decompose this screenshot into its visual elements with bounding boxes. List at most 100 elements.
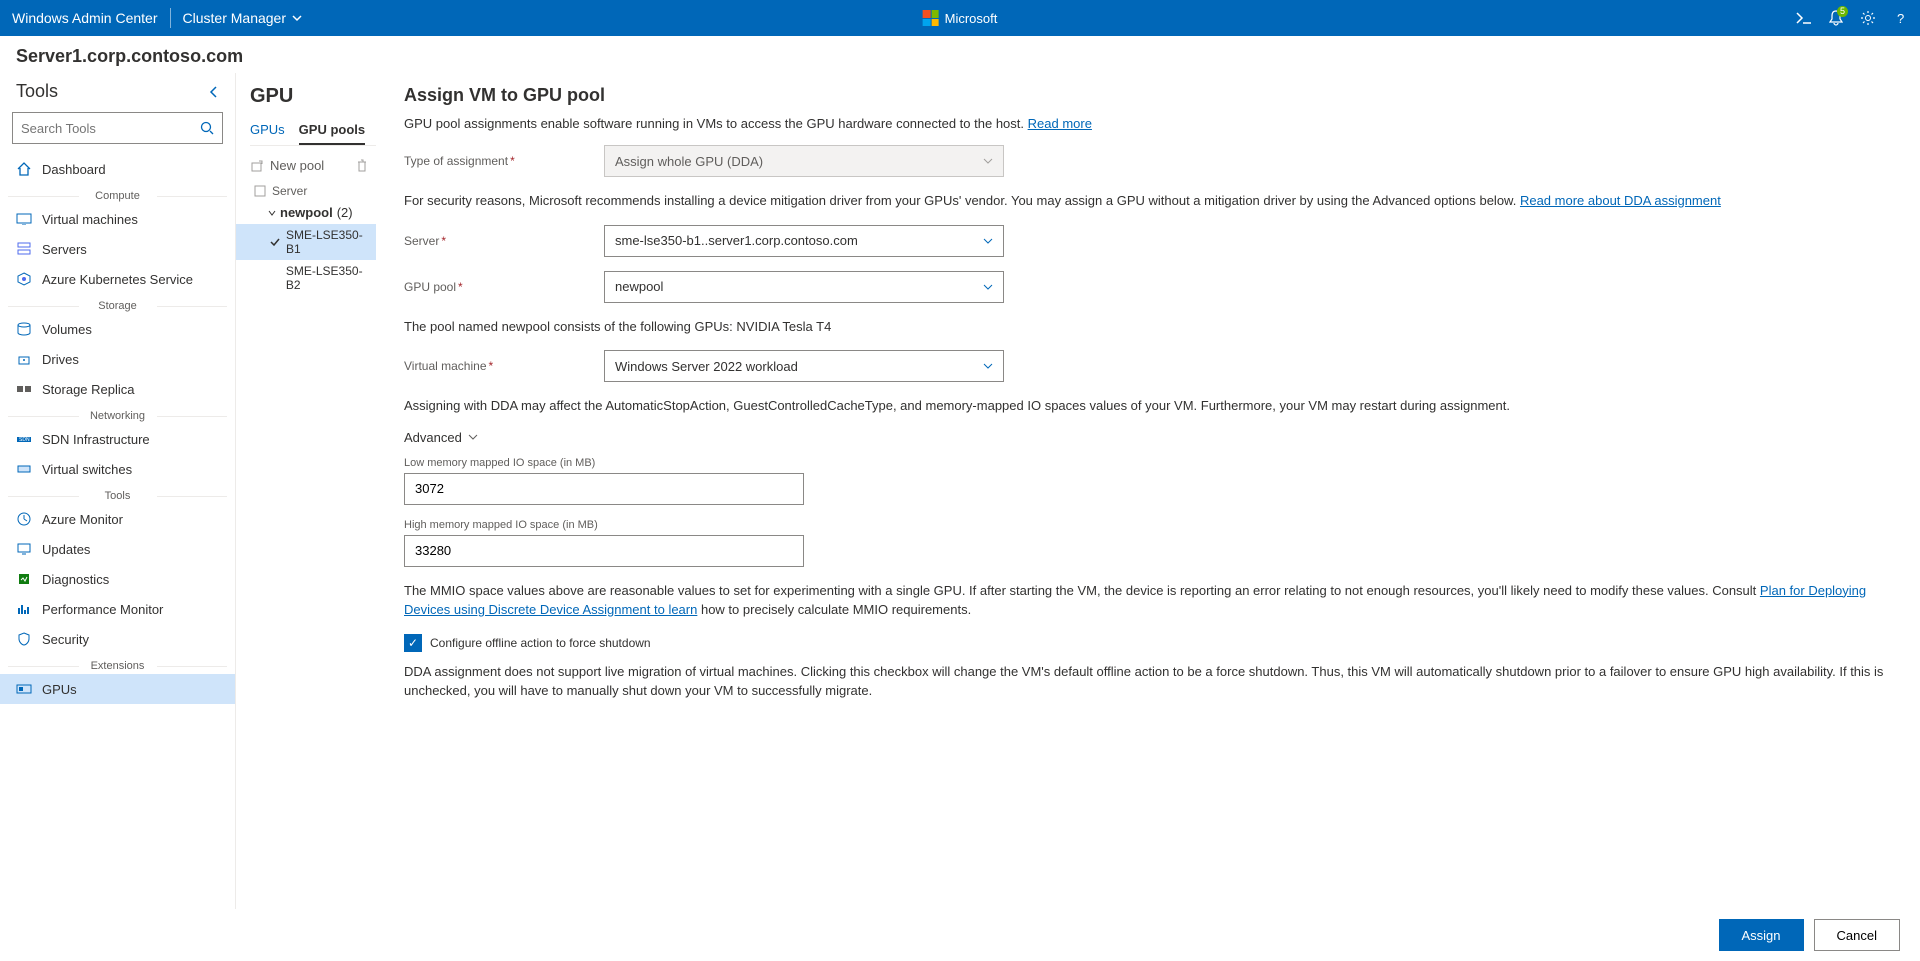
force-shutdown-checkbox[interactable]: ✓ — [404, 634, 422, 652]
sidebar-item-aks[interactable]: Azure Kubernetes Service — [0, 264, 235, 294]
section-extensions: Extensions — [0, 660, 235, 672]
updates-icon — [16, 541, 32, 557]
gpu-panel: GPU GPUs GPU pools New pool Server newpo… — [236, 73, 376, 958]
security-note: For security reasons, Microsoft recommen… — [404, 191, 1898, 211]
chevron-down-icon — [468, 432, 478, 442]
pool-consists-text: The pool named newpool consists of the f… — [404, 317, 1898, 337]
cancel-button[interactable]: Cancel — [1814, 919, 1900, 951]
svg-text:SDN: SDN — [19, 437, 30, 443]
sidebar-label: Drives — [42, 352, 79, 367]
section-tools: Tools — [0, 490, 235, 502]
advanced-toggle[interactable]: Advanced — [404, 430, 1898, 445]
top-bar: Windows Admin Center Cluster Manager Mic… — [0, 0, 1920, 36]
storage-replica-icon — [16, 381, 32, 397]
gpu-pool-select[interactable]: newpool — [604, 271, 1004, 303]
server-row-2[interactable]: SME-LSE350-B2 — [250, 260, 376, 296]
vm-label: Virtual machine — [404, 359, 604, 373]
sidebar-label: Updates — [42, 542, 90, 557]
check-icon — [270, 237, 280, 247]
form-content: Assign VM to GPU pool GPU pool assignmen… — [376, 73, 1920, 958]
settings-icon[interactable] — [1860, 10, 1876, 26]
vm-select[interactable]: Windows Server 2022 workload — [604, 350, 1004, 382]
server-column-header[interactable]: Server — [250, 181, 376, 201]
checkbox-icon — [254, 185, 266, 197]
notification-badge: 5 — [1837, 6, 1848, 17]
sidebar-item-gpus[interactable]: GPUs — [0, 674, 235, 704]
collapse-tools-icon[interactable] — [209, 86, 219, 98]
chevron-down-icon — [983, 156, 993, 166]
dda-warning-text: Assigning with DDA may affect the Automa… — [404, 396, 1898, 416]
chevron-down-icon — [983, 361, 993, 371]
sidebar-item-dashboard[interactable]: Dashboard — [0, 154, 235, 184]
form-title: Assign VM to GPU pool — [404, 85, 1898, 106]
delete-icon[interactable] — [356, 159, 368, 173]
pool-row[interactable]: newpool (2) — [250, 201, 376, 224]
sidebar-item-perfmon[interactable]: Performance Monitor — [0, 594, 235, 624]
gpu-title: GPU — [250, 85, 376, 108]
microsoft-logo-icon — [923, 10, 939, 26]
sidebar-item-updates[interactable]: Updates — [0, 534, 235, 564]
servers-icon — [16, 241, 32, 257]
sidebar-item-diagnostics[interactable]: Diagnostics — [0, 564, 235, 594]
mmio-note: The MMIO space values above are reasonab… — [404, 581, 1898, 620]
sidebar-label: Virtual switches — [42, 462, 132, 477]
gpu-pool-label: GPU pool — [404, 280, 604, 294]
brand: Microsoft — [923, 10, 998, 26]
powershell-icon[interactable] — [1796, 10, 1812, 26]
read-more-link[interactable]: Read more — [1028, 116, 1092, 131]
notifications-icon[interactable]: 5 — [1828, 10, 1844, 26]
section-compute: Compute — [0, 190, 235, 202]
sidebar-label: Virtual machines — [42, 212, 138, 227]
sidebar-item-servers[interactable]: Servers — [0, 234, 235, 264]
search-tools-input[interactable] — [12, 112, 223, 144]
tab-gpus[interactable]: GPUs — [250, 122, 285, 145]
server-header: Server1.corp.contoso.com — [0, 36, 1920, 73]
sidebar-item-volumes[interactable]: Volumes — [0, 314, 235, 344]
sidebar-item-azure-monitor[interactable]: Azure Monitor — [0, 504, 235, 534]
vswitch-icon — [16, 461, 32, 477]
assign-button[interactable]: Assign — [1719, 919, 1804, 951]
sidebar-label: Performance Monitor — [42, 602, 163, 617]
dda-note: DDA assignment does not support live mig… — [404, 662, 1898, 701]
server-row-1[interactable]: SME-LSE350-B1 — [236, 224, 376, 260]
section-storage: Storage — [0, 300, 235, 312]
sidebar-item-vswitch[interactable]: Virtual switches — [0, 454, 235, 484]
diagnostics-icon — [16, 571, 32, 587]
sidebar-item-sdn[interactable]: SDNSDN Infrastructure — [0, 424, 235, 454]
low-mmio-input[interactable] — [404, 473, 804, 505]
help-icon[interactable]: ? — [1892, 10, 1908, 26]
sidebar-label: Azure Monitor — [42, 512, 123, 527]
section-networking: Networking — [0, 410, 235, 422]
high-mmio-input[interactable] — [404, 535, 804, 567]
sidebar-item-vm[interactable]: Virtual machines — [0, 204, 235, 234]
search-icon — [200, 121, 214, 135]
dda-link[interactable]: Read more about DDA assignment — [1520, 193, 1721, 208]
sidebar-label: Storage Replica — [42, 382, 135, 397]
vm-icon — [16, 211, 32, 227]
high-mmio-label: High memory mapped IO space (in MB) — [404, 519, 1898, 531]
sdn-icon: SDN — [16, 431, 32, 447]
security-icon — [16, 631, 32, 647]
chevron-down-icon — [983, 236, 993, 246]
low-mmio-label: Low memory mapped IO space (in MB) — [404, 457, 1898, 469]
chevron-down-icon — [292, 13, 302, 23]
svg-text:?: ? — [1897, 11, 1904, 25]
sidebar-item-security[interactable]: Security — [0, 624, 235, 654]
new-pool-label: New pool — [270, 158, 324, 173]
divider — [170, 8, 171, 28]
brand-label: Microsoft — [945, 11, 998, 26]
server-select[interactable]: sme-lse350-b1..server1.corp.contoso.com — [604, 225, 1004, 257]
force-shutdown-label: Configure offline action to force shutdo… — [430, 636, 651, 650]
intro-text: GPU pool assignments enable software run… — [404, 116, 1898, 131]
sidebar-item-drives[interactable]: Drives — [0, 344, 235, 374]
new-pool-button[interactable]: New pool — [250, 158, 324, 173]
search-input-field[interactable] — [21, 121, 200, 136]
home-icon — [16, 161, 32, 177]
tab-gpu-pools[interactable]: GPU pools — [299, 122, 365, 145]
server-label: Server — [404, 234, 604, 248]
sidebar-item-storage-replica[interactable]: Storage Replica — [0, 374, 235, 404]
gpu-icon — [16, 681, 32, 697]
volumes-icon — [16, 321, 32, 337]
cluster-manager-dropdown[interactable]: Cluster Manager — [183, 10, 303, 26]
sidebar-label: GPUs — [42, 682, 77, 697]
